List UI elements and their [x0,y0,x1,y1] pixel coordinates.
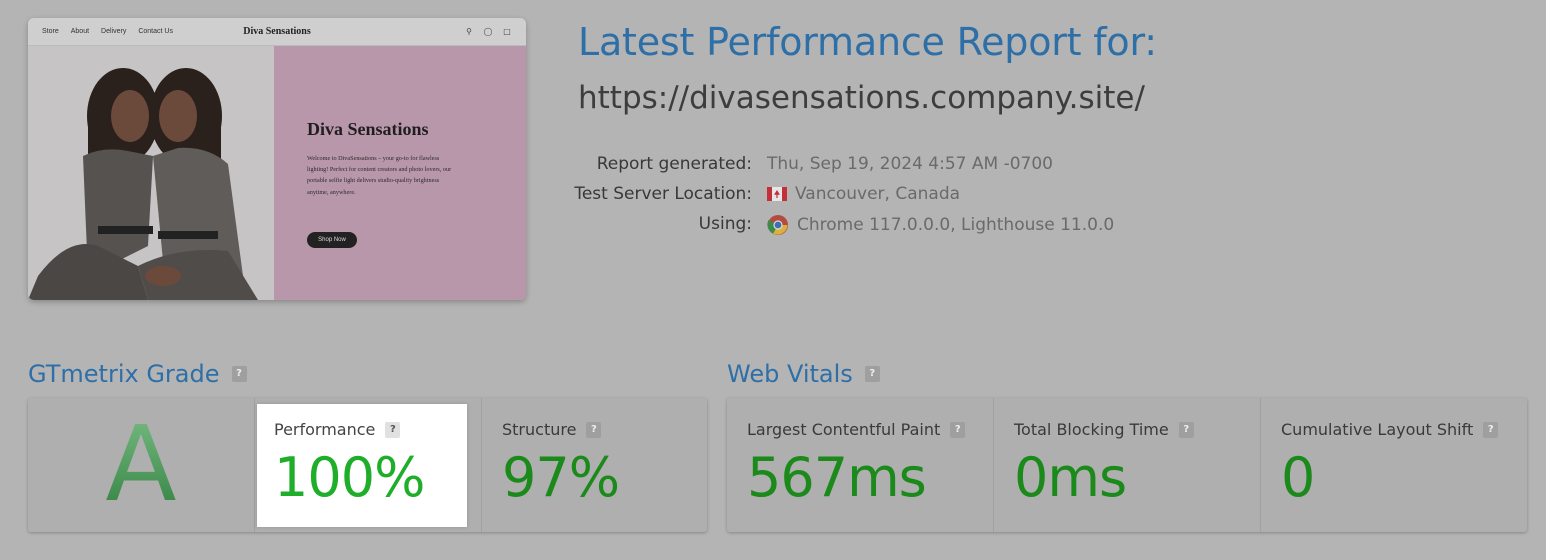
web-vitals-title: Web Vitals [727,360,853,388]
cart-icon: □ [503,27,511,36]
meta-value-generated: Thu, Sep 19, 2024 4:57 AM -0700 [767,154,1053,174]
grade-help-icon[interactable]: ? [231,366,247,382]
page-screenshot-thumbnail: Store About Delivery Contact Us Diva Sen… [28,18,526,300]
search-icon: ⚲ [466,27,472,36]
meta-label-generated: Report generated: [596,154,752,174]
tbt-cell: Total Blocking Time ? 0ms [993,398,1260,532]
structure-value: 97% [502,446,620,509]
cls-cell: Cumulative Layout Shift ? 0 [1260,398,1527,532]
lcp-cell: Largest Contentful Paint ? 567ms [727,398,993,532]
web-vitals-card: Largest Contentful Paint ? 567ms Total B… [727,398,1527,532]
performance-cell-highlighted: Performance ? 100% [257,404,467,527]
structure-label: Structure ? [502,420,602,439]
account-icon: ◯ [483,27,493,36]
grade-letter: A [28,404,254,524]
meta-row-using: Using: Chrome 117.0.0.0, Lighthouse 11.0… [560,214,1200,244]
thumbnail-hero-photo [28,46,274,300]
models-photo-illustration [28,46,274,300]
thumbnail-navbar: Store About Delivery Contact Us Diva Sen… [28,18,526,46]
meta-label-location: Test Server Location: [574,184,752,204]
structure-help-icon[interactable]: ? [586,421,602,438]
gtmetrix-grade-title: GTmetrix Grade [28,360,220,388]
meta-row-generated: Report generated: Thu, Sep 19, 2024 4:57… [560,154,1200,184]
thumbnail-brand: Diva Sensations [243,26,311,37]
tbt-label-text: Total Blocking Time [1014,420,1169,439]
lcp-value: 567ms [747,446,927,509]
thumbnail-hero-text: Welcome to DivaSensations – your go-to f… [307,155,452,196]
structure-cell: Structure ? 97% [481,398,707,532]
lcp-label: Largest Contentful Paint ? [747,420,966,439]
performance-value: 100% [274,446,425,509]
tbt-label: Total Blocking Time ? [1014,420,1194,439]
cls-label: Cumulative Layout Shift ? [1281,420,1499,439]
tbt-help-icon[interactable]: ? [1178,421,1194,438]
tbt-value: 0ms [1014,446,1127,509]
cls-help-icon[interactable]: ? [1483,421,1499,438]
report-title: Latest Performance Report for: [578,20,1157,64]
meta-value-using: Chrome 117.0.0.0, Lighthouse 11.0.0 [767,214,1114,236]
performance-help-icon[interactable]: ? [385,421,401,438]
meta-value-location-text: Vancouver, Canada [795,184,961,204]
report-url[interactable]: https://divasensations.company.site/ [578,80,1145,116]
canada-flag-icon [767,187,787,201]
meta-value-generated-text: Thu, Sep 19, 2024 4:57 AM -0700 [767,154,1053,174]
meta-row-location: Test Server Location: Vancouver, Canada [560,184,1200,214]
meta-label-using: Using: [698,214,752,234]
structure-label-text: Structure [502,420,577,439]
meta-value-location: Vancouver, Canada [767,184,960,204]
thumbnail-hero-panel: Diva Sensations Welcome to DivaSensation… [274,46,526,300]
performance-label: Performance ? [274,420,401,439]
web-vitals-heading: Web Vitals ? [727,360,880,388]
performance-label-text: Performance [274,420,376,439]
cls-value: 0 [1281,446,1315,509]
thumbnail-shop-now-button: Shop Now [307,232,357,248]
cls-label-text: Cumulative Layout Shift [1281,420,1474,439]
report-meta: Report generated: Thu, Sep 19, 2024 4:57… [560,154,1200,244]
vitals-help-icon[interactable]: ? [864,366,880,382]
gtmetrix-grade-heading: GTmetrix Grade ? [28,360,247,388]
lcp-label-text: Largest Contentful Paint [747,420,941,439]
chrome-icon [767,215,788,235]
grade-cell: A [28,398,254,532]
lcp-help-icon[interactable]: ? [950,421,966,438]
meta-value-using-text: Chrome 117.0.0.0, Lighthouse 11.0.0 [797,215,1115,235]
thumbnail-hero-title: Diva Sensations [307,119,429,139]
